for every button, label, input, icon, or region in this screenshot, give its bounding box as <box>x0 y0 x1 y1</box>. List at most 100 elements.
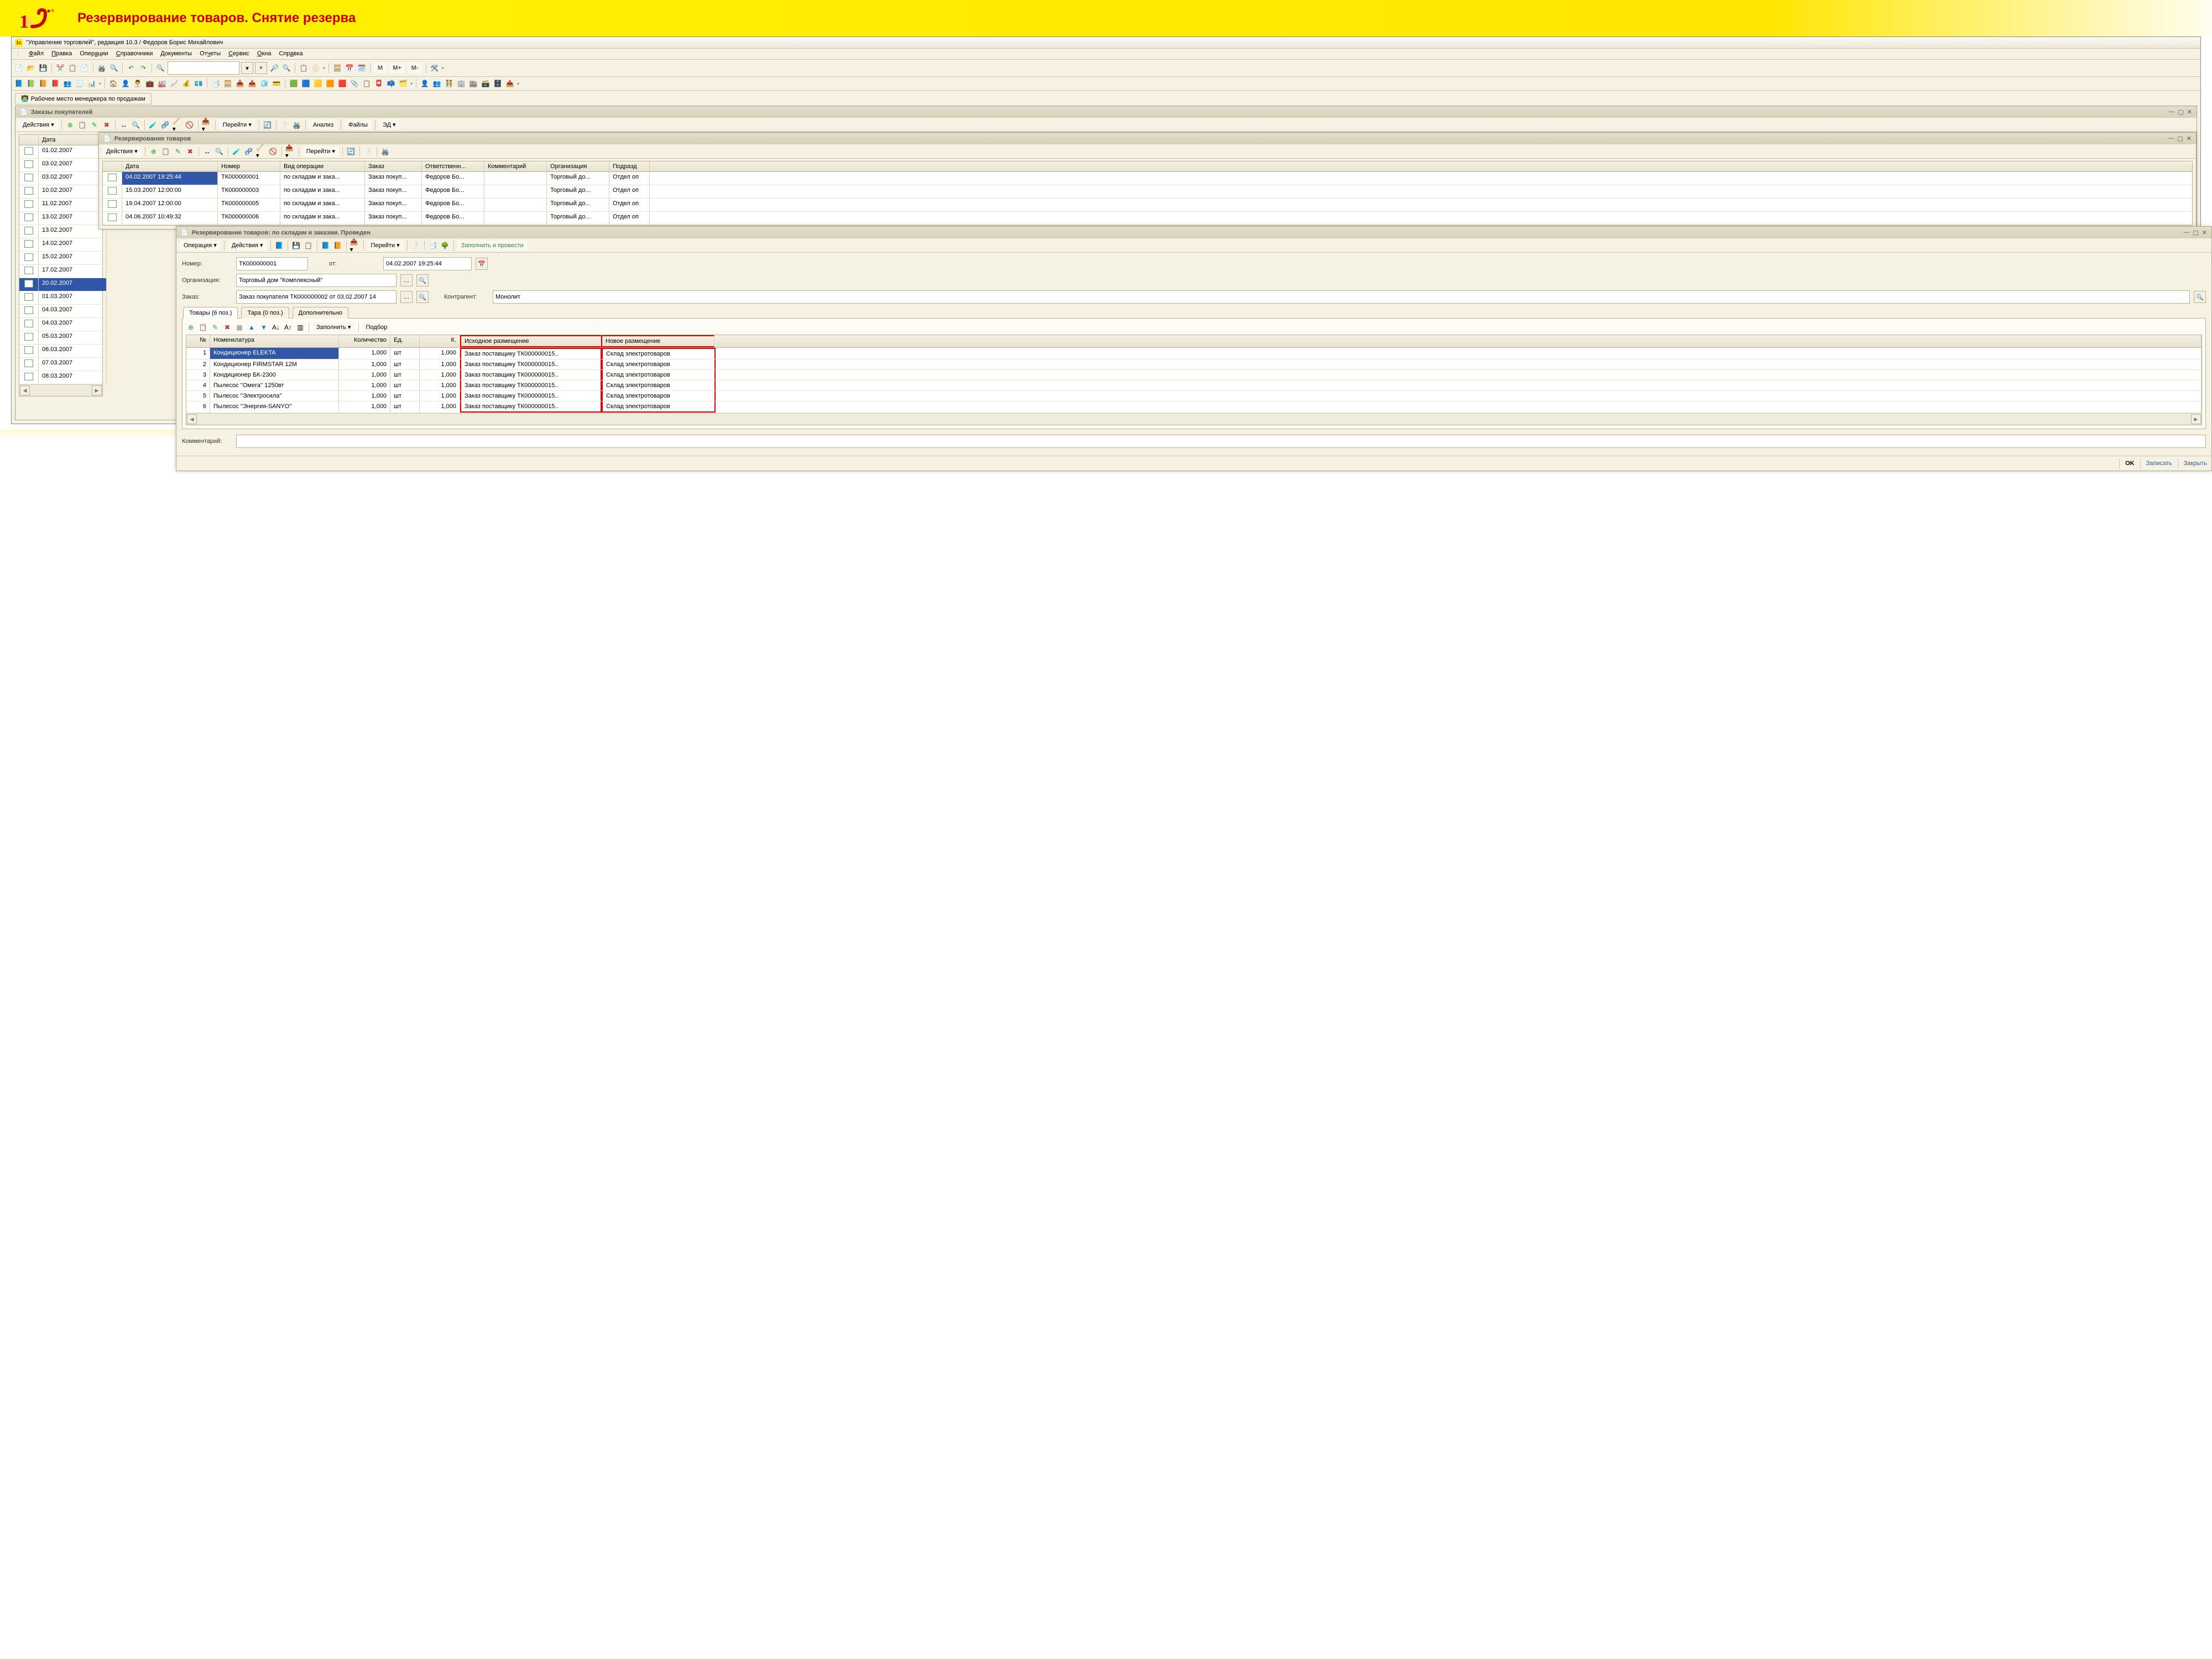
mod-icon[interactable]: 🟥 <box>337 79 347 88</box>
maximize-icon[interactable]: ▢ <box>2193 229 2198 236</box>
post2-icon[interactable]: 📘 <box>321 241 331 251</box>
menu-refs[interactable]: Справочники <box>116 50 153 58</box>
col-org[interactable]: Организация <box>547 161 609 171</box>
col-new[interactable]: Новое размещение <box>601 335 714 347</box>
table-row[interactable]: 13.02.2007 <box>19 225 102 238</box>
row-delete-icon[interactable]: ✖ <box>222 322 232 332</box>
table-row[interactable]: 17.02.2007 <box>19 265 102 278</box>
mod-icon[interactable]: 🗃️ <box>481 79 491 88</box>
table-row[interactable]: 15.02.2007 <box>19 252 102 265</box>
row-end-icon[interactable]: ▦ <box>234 322 244 332</box>
mod-icon[interactable]: 💼 <box>145 79 155 88</box>
table-row[interactable]: 03.02.2007 <box>19 172 102 185</box>
filter-clear-icon[interactable]: 🚫 <box>268 147 278 156</box>
delete-icon[interactable]: ✖ <box>102 120 112 130</box>
mod-icon[interactable]: 🏬 <box>468 79 478 88</box>
ed-button[interactable]: ЭД ▾ <box>379 119 400 130</box>
mod-icon[interactable]: 📤 <box>505 79 515 88</box>
mod-icon[interactable]: 🟩 <box>289 79 299 88</box>
mod-icon[interactable]: 👥 <box>432 79 442 88</box>
post-icon[interactable]: 📘 <box>274 241 284 251</box>
files-button[interactable]: Файлы <box>345 120 372 130</box>
table-row[interactable]: 13.02.2007 <box>19 212 102 225</box>
mod-icon[interactable]: 🏠 <box>108 79 118 88</box>
calendar-icon[interactable]: 📅 <box>345 63 354 73</box>
col-dep[interactable]: Подразд <box>609 161 650 171</box>
col-date[interactable]: Дата <box>39 135 107 145</box>
mod-icon[interactable]: 🟦 <box>301 79 311 88</box>
barcode-icon[interactable]: ▥ <box>295 322 305 332</box>
mod-icon[interactable]: 📊 <box>87 79 97 88</box>
mod-icon[interactable]: 🧮 <box>223 79 233 88</box>
table-row[interactable]: 06.03.2007 <box>19 345 102 358</box>
actions-button[interactable]: Действия ▾ <box>228 240 267 251</box>
clone-icon[interactable]: 📋 <box>161 147 171 156</box>
cut-icon[interactable]: ✂️ <box>55 63 65 73</box>
drop-icon[interactable]: ▾ <box>410 81 413 86</box>
mod-icon[interactable]: 🟧 <box>325 79 335 88</box>
table-row[interactable]: 04.03.2007 <box>19 305 102 318</box>
refresh-icon[interactable]: 🔄 <box>263 120 273 130</box>
mod-icon[interactable]: 📮 <box>374 79 384 88</box>
row-down-icon[interactable]: ▼ <box>259 322 269 332</box>
save-icon[interactable]: 💾 <box>291 241 301 251</box>
undo-icon[interactable]: ↶ <box>126 63 136 73</box>
close-icon[interactable]: ✕ <box>2187 108 2192 116</box>
info-drop-icon[interactable]: ▾ <box>323 66 325 71</box>
basedon-icon[interactable]: 📤▾ <box>285 147 295 156</box>
info-icon[interactable]: ⓘ <box>311 63 321 73</box>
maximize-icon[interactable]: ▢ <box>2177 135 2183 142</box>
goto-button[interactable]: Перейти ▾ <box>219 119 255 130</box>
unpost-icon[interactable]: 📙 <box>333 241 343 251</box>
mod-icon[interactable]: 🗂️ <box>398 79 408 88</box>
mod-icon[interactable]: 📥 <box>235 79 245 88</box>
col-k[interactable]: К. <box>420 335 460 347</box>
pick-button[interactable]: Подбор <box>362 322 392 332</box>
minimize-icon[interactable]: — <box>2183 229 2189 236</box>
drop-icon[interactable]: ▾ <box>517 81 519 86</box>
table-row[interactable]: 04.06.2007 10:49:32ТК000000006по складам… <box>103 212 2192 225</box>
operation-button[interactable]: Операция ▾ <box>180 240 221 251</box>
mod-icon[interactable]: 📘 <box>14 79 24 88</box>
fill-button[interactable]: Заполнить ▾ <box>312 322 355 332</box>
filter-drop-icon[interactable]: 🧹▾ <box>173 120 182 130</box>
save-icon[interactable]: 💾 <box>38 63 48 73</box>
mod-icon[interactable]: 📈 <box>169 79 179 88</box>
delete-icon[interactable]: ✖ <box>185 147 195 156</box>
print-icon[interactable]: 🖨️ <box>97 63 107 73</box>
table-row[interactable]: 4Пылесос ''Омега'' 1250вт1,000шт1,000Зак… <box>186 380 2201 391</box>
mod-icon[interactable]: 🧾 <box>75 79 85 88</box>
col-num[interactable]: Номер <box>218 161 280 171</box>
col-date[interactable]: Дата <box>122 161 218 171</box>
move-icon[interactable]: ↔ <box>119 120 129 130</box>
goto-button[interactable]: Перейти ▾ <box>367 240 404 251</box>
table-row[interactable]: 04.03.2007 <box>19 318 102 331</box>
toolbar-overflow-icon[interactable]: ▾ <box>442 66 444 71</box>
basedon-icon[interactable]: 📤▾ <box>350 241 360 251</box>
actions-button[interactable]: Действия ▾ <box>102 146 142 156</box>
ok-button[interactable]: OK <box>2125 460 2135 467</box>
workplace-tab[interactable]: 👨‍💻 Рабочее место менеджера по продажам <box>15 93 152 105</box>
maximize-icon[interactable]: ▢ <box>2178 108 2183 116</box>
mod-icon[interactable]: 🧊 <box>259 79 269 88</box>
table-row[interactable]: 05.03.2007 <box>19 331 102 345</box>
date-field[interactable] <box>383 257 472 270</box>
find-next-icon[interactable]: 🔎 <box>269 63 279 73</box>
mod-icon[interactable]: 🧑‍🤝‍🧑 <box>444 79 454 88</box>
scroll-right-icon[interactable]: ▶ <box>92 385 102 395</box>
calc-icon[interactable]: 🧮 <box>332 63 342 73</box>
mod-icon[interactable]: 👥 <box>62 79 72 88</box>
analysis-button[interactable]: Анализ <box>309 120 337 130</box>
clone-icon[interactable]: 📋 <box>304 241 314 251</box>
paste-icon[interactable]: 📄 <box>80 63 90 73</box>
table-row[interactable]: 19.04.2007 12:00:00ТК000000005по складам… <box>103 199 2192 212</box>
table-row[interactable]: 03.02.2007 <box>19 159 102 172</box>
memory-mplus-button[interactable]: M+ <box>389 63 405 73</box>
table-row[interactable]: 3Кондиционер БК-23001,000шт1,000Заказ по… <box>186 370 2201 380</box>
table-row[interactable]: 07.03.2007 <box>19 358 102 371</box>
ellipsis-icon[interactable]: … <box>400 274 413 286</box>
col-comm[interactable]: Комментарий <box>484 161 547 171</box>
find-prev-icon[interactable]: 🔍 <box>281 63 291 73</box>
mod-icon[interactable]: 📗 <box>26 79 36 88</box>
mod-icon[interactable]: 🗄️ <box>493 79 503 88</box>
